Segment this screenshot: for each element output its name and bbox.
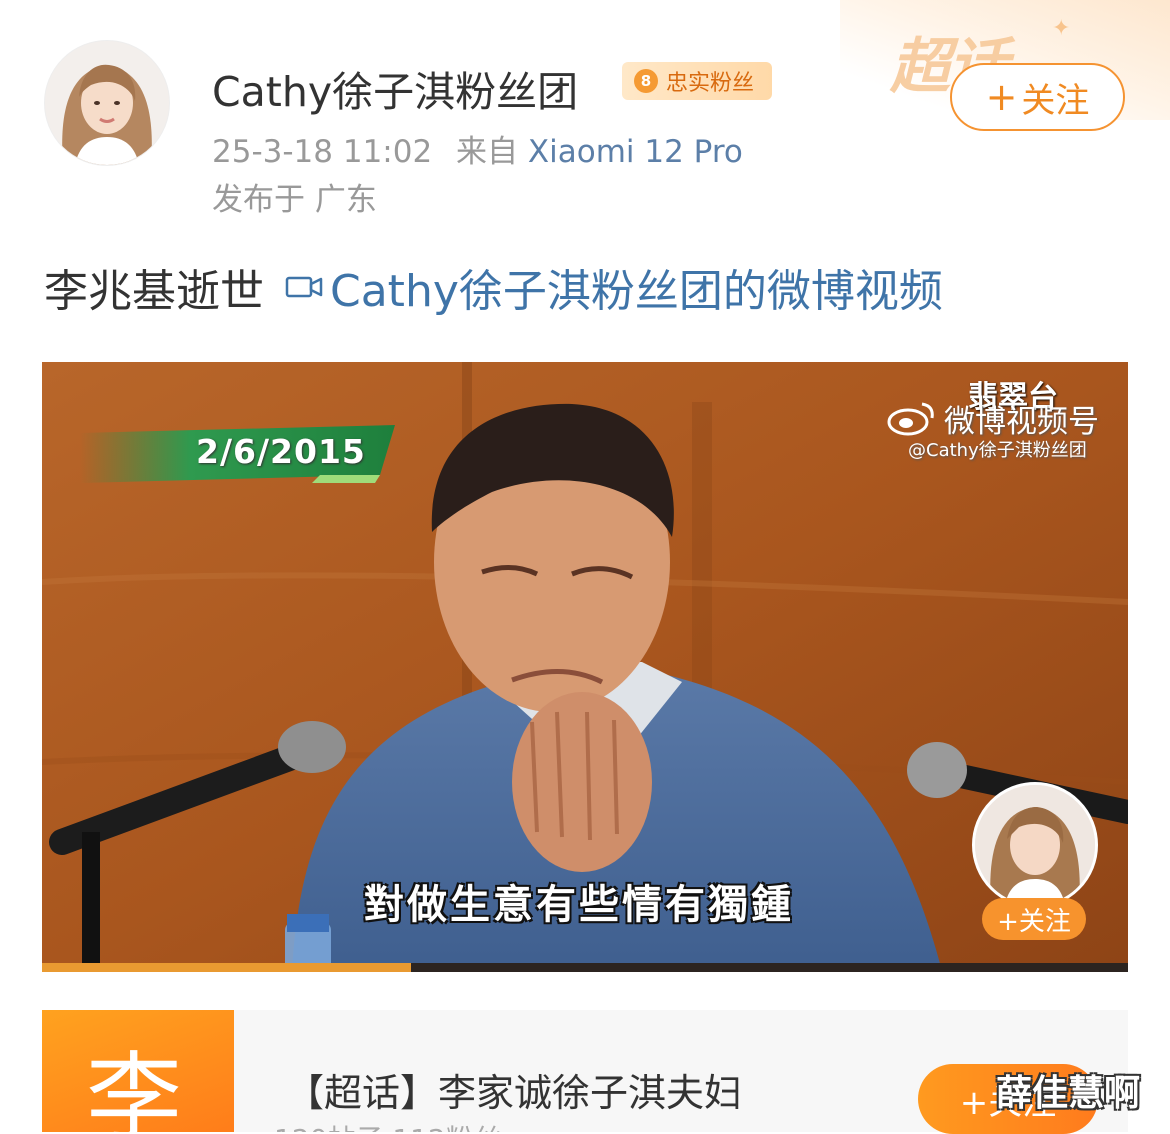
username[interactable]: Cathy徐子淇粉丝团 [212, 58, 578, 118]
video-link[interactable]: Cathy徐子淇粉丝团的微博视频 [284, 255, 943, 319]
sparkle-icon: ✦ [1052, 16, 1071, 41]
post-text: 李兆基逝世 [44, 266, 264, 317]
topic-thumbnail: 李 [42, 1010, 234, 1132]
plus-icon: + [985, 75, 1018, 119]
badge-level-icon: 8 [634, 69, 658, 93]
post-meta: 25-3-18 11:02 来自 Xiaomi 12 Pro [212, 126, 743, 171]
post-time: 25-3-18 11:02 [212, 134, 433, 170]
video-watermark-title: 微博视频号 [944, 404, 1099, 440]
video-progress-fill [42, 963, 411, 972]
follow-button[interactable]: + 关注 [950, 63, 1125, 131]
video-camera-icon [285, 276, 323, 298]
video-subtitle: 對做生意有些情有獨鍾 [364, 882, 794, 928]
source-prefix: 来自 [456, 134, 519, 170]
post-location: 发布于 广东 [212, 182, 377, 218]
weibo-logo-icon [887, 402, 934, 436]
video-watermark-handle: @Cathy徐子淇粉丝团 [908, 440, 1087, 461]
video-date: 2/6/2015 [196, 432, 366, 471]
follow-label: 关注 [1021, 80, 1090, 121]
badge-label: 忠实粉丝 [666, 71, 755, 96]
topic-title: 【超话】李家诚徐子淇夫妇 [286, 1071, 743, 1115]
device-link[interactable]: Xiaomi 12 Pro [528, 134, 743, 170]
video-link-label: Cathy徐子淇粉丝团的微博视频 [330, 266, 943, 317]
post-content: 李兆基逝世 Cathy徐子淇粉丝团的微博视频 [44, 255, 943, 319]
topic-thumb-char: 李 [86, 1042, 182, 1132]
user-avatar[interactable] [44, 40, 170, 166]
video-follow-button[interactable]: +关注 [982, 898, 1086, 940]
topic-stats: 120帖子 112粉丝 [274, 1118, 502, 1132]
image-watermark: 薛佳慧啊 [996, 1073, 1141, 1114]
video-author-avatar[interactable] [972, 782, 1098, 908]
fan-badge[interactable]: 8 忠实粉丝 [622, 62, 772, 100]
